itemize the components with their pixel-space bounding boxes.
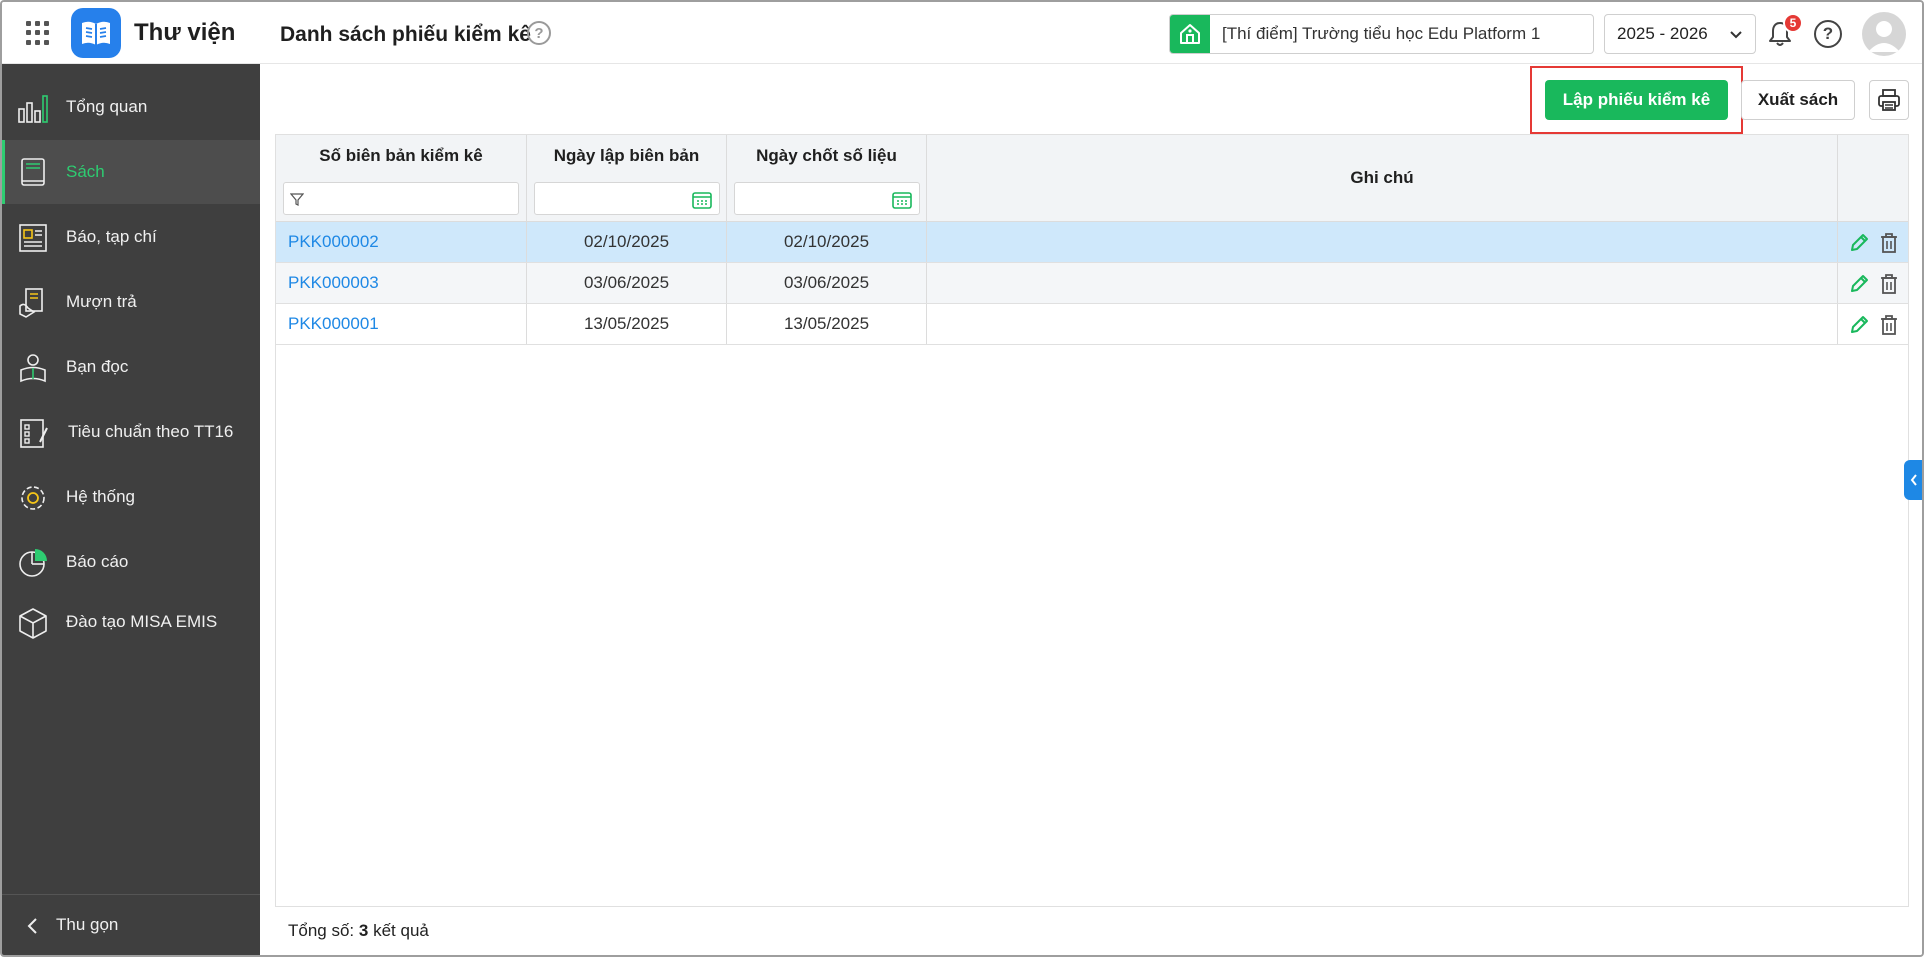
export-books-button[interactable]: Xuất sách: [1741, 80, 1855, 120]
app-title: Thư viện: [134, 19, 236, 46]
cube-icon: [19, 608, 47, 639]
avatar[interactable]: [1862, 12, 1906, 56]
created-date-cell: 02/10/2025: [527, 222, 727, 262]
inventory-code-link[interactable]: PKK000001: [276, 304, 527, 344]
sidebar-item-overview[interactable]: Tổng quan: [2, 75, 260, 139]
sidebar-item-label: Tiêu chuẩn theo TT16: [68, 422, 234, 441]
chevron-down-icon: [1730, 31, 1742, 39]
app-window: Thư viện Danh sách phiếu kiểm kê ? [Thí …: [0, 0, 1924, 957]
closing-date-cell: 03/06/2025: [727, 263, 927, 303]
result-count-value: 3: [358, 921, 369, 940]
sidebar-collapse-button[interactable]: Thu gọn: [2, 894, 260, 954]
trash-icon[interactable]: [1879, 314, 1899, 336]
school-year-select[interactable]: 2025 - 2026: [1604, 14, 1756, 54]
book-icon: [21, 158, 45, 186]
top-header: Thư viện Danh sách phiếu kiểm kê ? [Thí …: [2, 2, 1922, 64]
sidebar-item-label: Sách: [66, 162, 105, 181]
table-row[interactable]: PKK000003 03/06/2025 03/06/2025: [276, 263, 1908, 304]
note-cell: [927, 263, 1838, 303]
sidebar-item-label: Báo, tạp chí: [66, 227, 157, 246]
collapse-label: Thu gọn: [56, 915, 119, 934]
side-panel-toggle[interactable]: [1904, 460, 1922, 500]
chevron-left-icon: [27, 918, 37, 934]
chevron-left-icon: [1910, 474, 1917, 486]
printer-icon: [1878, 89, 1900, 111]
sidebar: Tổng quan Sách Báo, tạp chí Mượn trả Bạn…: [2, 64, 260, 955]
library-logo-icon: [71, 8, 121, 58]
note-cell: [927, 304, 1838, 344]
sidebar-item-label: Đào tạo MISA EMIS: [66, 612, 218, 631]
sidebar-item-label: Báo cáo: [66, 552, 129, 571]
pie-chart-icon: [19, 549, 47, 577]
gear-icon: [21, 486, 45, 510]
page-help-icon[interactable]: ?: [527, 21, 551, 45]
result-count: Tổng số: 3 kết quả: [288, 921, 429, 941]
sidebar-item-newspapers[interactable]: Báo, tạp chí: [2, 205, 260, 269]
inventory-code-link[interactable]: PKK000003: [276, 263, 527, 303]
table-row[interactable]: PKK000001 13/05/2025 13/05/2025: [276, 304, 1908, 345]
created-date-cell: 03/06/2025: [527, 263, 727, 303]
sidebar-item-label: Tổng quan: [66, 97, 148, 116]
page-title: Danh sách phiếu kiểm kê: [280, 23, 531, 46]
table-row[interactable]: PKK000002 02/10/2025 02/10/2025: [276, 222, 1908, 263]
sidebar-item-label: Mượn trả: [66, 292, 137, 311]
column-header-actions: [1838, 135, 1908, 222]
created-date-filter[interactable]: [534, 182, 720, 215]
sidebar-item-system[interactable]: Hệ thống: [2, 465, 260, 529]
column-header-code: Số biên bản kiểm kê: [276, 135, 527, 222]
newspaper-icon: [19, 224, 47, 252]
closing-date-filter[interactable]: [734, 182, 920, 215]
result-count-suffix: kết quả: [373, 921, 429, 940]
inventory-code-link[interactable]: PKK000002: [276, 222, 527, 262]
school-year-value: 2025 - 2026: [1617, 24, 1708, 43]
filter-icon: [290, 193, 304, 206]
column-header-closing-date: Ngày chốt số liệu: [727, 135, 927, 222]
reader-icon: [20, 354, 46, 383]
table-header: Số biên bản kiểm kê Ngày lập biên bản Ng…: [276, 135, 1908, 222]
checklist-icon: [20, 419, 48, 448]
column-title: Ngày chốt số liệu: [756, 146, 897, 165]
edit-pencil-icon[interactable]: [1848, 273, 1870, 295]
school-name: [Thí điểm] Trường tiểu học Edu Platform …: [1222, 24, 1541, 43]
result-count-prefix: Tổng số:: [288, 921, 355, 940]
created-date-cell: 13/05/2025: [527, 304, 727, 344]
inventory-table: Số biên bản kiểm kê Ngày lập biên bản Ng…: [275, 134, 1909, 907]
print-button[interactable]: [1869, 80, 1909, 120]
trash-icon[interactable]: [1879, 273, 1899, 295]
column-title: Ngày lập biên bản: [553, 146, 700, 165]
calendar-icon[interactable]: [892, 191, 912, 209]
notification-badge: 5: [1783, 13, 1803, 33]
code-filter-input[interactable]: [283, 182, 519, 215]
closing-date-cell: 13/05/2025: [727, 304, 927, 344]
calendar-icon[interactable]: [692, 191, 712, 209]
column-header-created-date: Ngày lập biên bản: [527, 135, 727, 222]
sidebar-item-label: Hệ thống: [66, 487, 135, 506]
main-content: Lập phiếu kiểm kê Xuất sách Số biên bản …: [260, 64, 1922, 955]
column-title: Số biên bản kiểm kê: [319, 146, 483, 165]
apps-grid-icon[interactable]: [26, 21, 50, 45]
school-icon: [1170, 15, 1210, 53]
create-inventory-button[interactable]: Lập phiếu kiểm kê: [1545, 80, 1728, 120]
sidebar-item-borrow-return[interactable]: Mượn trả: [2, 270, 260, 334]
column-title: Ghi chú: [1350, 168, 1414, 187]
sidebar-item-books[interactable]: Sách: [2, 140, 260, 204]
closing-date-cell: 02/10/2025: [727, 222, 927, 262]
sidebar-item-label: Bạn đọc: [66, 357, 129, 376]
chart-bars-icon: [18, 95, 48, 123]
borrow-return-icon: [19, 288, 43, 318]
sidebar-item-tt16[interactable]: Tiêu chuẩn theo TT16: [2, 400, 260, 464]
trash-icon[interactable]: [1879, 232, 1899, 254]
edit-pencil-icon[interactable]: [1848, 314, 1870, 336]
sidebar-item-reports[interactable]: Báo cáo: [2, 530, 260, 594]
edit-pencil-icon[interactable]: [1848, 232, 1870, 254]
sidebar-item-training[interactable]: Đào tạo MISA EMIS: [2, 590, 260, 654]
help-icon[interactable]: ?: [1814, 20, 1842, 48]
note-cell: [927, 222, 1838, 262]
column-header-note: Ghi chú: [927, 135, 1838, 222]
school-selector[interactable]: [Thí điểm] Trường tiểu học Edu Platform …: [1169, 14, 1594, 54]
sidebar-item-readers[interactable]: Bạn đọc: [2, 335, 260, 399]
